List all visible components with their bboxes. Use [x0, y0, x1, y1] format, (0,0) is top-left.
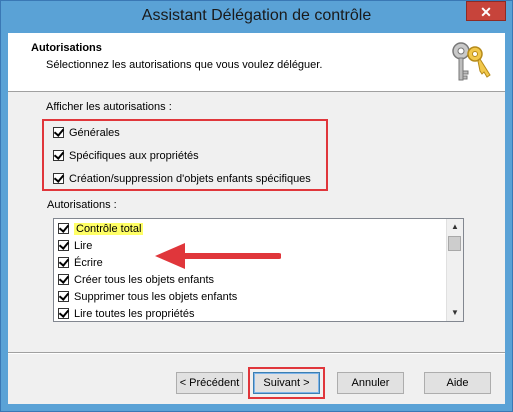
list-item[interactable]: Écrire: [58, 254, 103, 271]
checkbox[interactable]: [58, 223, 69, 234]
window-title: Assistant Délégation de contrôle: [141, 7, 372, 24]
header-subtitle: Sélectionnez les autorisations que vous …: [46, 59, 323, 71]
item-label: Écrire: [74, 256, 103, 269]
wizard-body: Autorisations Sélectionnez les autorisat…: [8, 33, 505, 404]
item-label: Lire: [74, 239, 93, 252]
list-item[interactable]: Lire toutes les propriétés: [58, 305, 195, 321]
list-item[interactable]: Créer tous les objets enfants: [58, 271, 214, 288]
item-label: Contrôle total: [74, 222, 144, 235]
help-button[interactable]: Aide: [424, 372, 491, 394]
list-item[interactable]: Lire: [58, 237, 92, 254]
checkbox[interactable]: [58, 240, 69, 251]
wizard-header: Autorisations Sélectionnez les autorisat…: [8, 33, 505, 92]
keys-icon: [452, 42, 491, 81]
permissions-label: Autorisations :: [47, 199, 117, 211]
item-label: Créer tous les objets enfants: [74, 273, 215, 286]
header-title: Autorisations: [31, 42, 102, 54]
show-permissions-label: Afficher les autorisations :: [46, 101, 172, 113]
list-item[interactable]: Supprimer tous les objets enfants: [58, 288, 237, 305]
scroll-up-icon[interactable]: ▲: [447, 219, 463, 235]
title-bar[interactable]: Assistant Délégation de contrôle ✕: [1, 1, 512, 33]
scroll-thumb[interactable]: [448, 236, 461, 251]
checkbox[interactable]: [58, 291, 69, 302]
list-scrollbar[interactable]: ▲ ▼: [446, 219, 463, 321]
annotation-arrow-icon: [155, 243, 281, 269]
checkbox[interactable]: [58, 257, 69, 268]
checkbox[interactable]: [58, 274, 69, 285]
divider: [8, 353, 505, 354]
wizard-window: Assistant Délégation de contrôle ✕ Autor…: [0, 0, 513, 412]
back-button[interactable]: < Précédent: [176, 372, 243, 394]
scroll-down-icon[interactable]: ▼: [447, 305, 463, 321]
item-label: Lire toutes les propriétés: [74, 307, 195, 320]
checkbox[interactable]: [58, 308, 69, 319]
list-item[interactable]: Contrôle total: [58, 220, 144, 237]
item-label: Supprimer tous les objets enfants: [74, 290, 238, 303]
cancel-button[interactable]: Annuler: [337, 372, 404, 394]
close-button[interactable]: ✕: [466, 1, 506, 21]
annotation-red-box: [42, 119, 328, 191]
annotation-red-box: [248, 367, 325, 399]
